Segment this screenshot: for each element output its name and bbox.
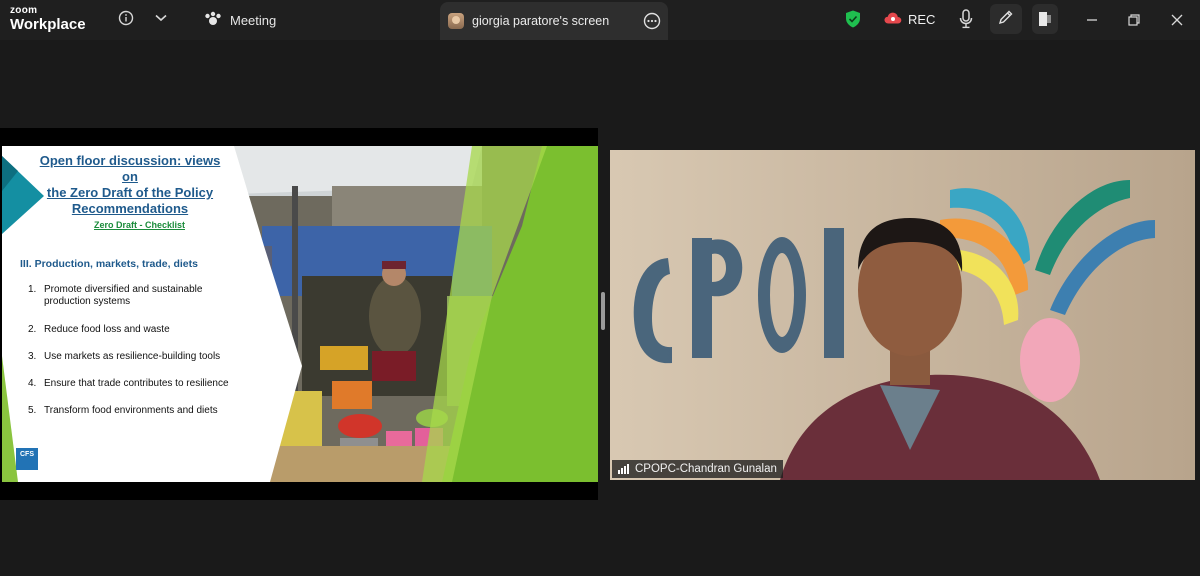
cfs-logo: CFS bbox=[16, 448, 38, 470]
list-item-text: Ensure that trade contributes to resilie… bbox=[44, 378, 229, 389]
annotate-icon bbox=[998, 9, 1014, 30]
brand-bottom-text: Workplace bbox=[10, 16, 86, 33]
slide-title-line-2: the Zero Draft of the Policy bbox=[46, 185, 214, 200]
presentation-slide: Open floor discussion: views on the Zero… bbox=[2, 146, 598, 482]
more-icon[interactable] bbox=[642, 11, 662, 31]
list-item-text: Reduce food loss and waste bbox=[44, 324, 170, 335]
slide-title-line-1: Open floor discussion: views on bbox=[39, 153, 221, 184]
slide-section-heading: III. Production, markets, trade, diets bbox=[20, 258, 198, 270]
slide-title: Open floor discussion: views on the Zero… bbox=[30, 153, 230, 217]
list-item-number: 5. bbox=[28, 405, 37, 416]
list-item-number: 4. bbox=[28, 378, 37, 389]
share-tab-label: giorgia paratore's screen bbox=[472, 14, 610, 28]
exit-share-icon[interactable] bbox=[1032, 4, 1058, 34]
top-bar: zoom Workplace Meeting giorgia paratore'… bbox=[0, 0, 1200, 40]
zoom-logo: zoom Workplace bbox=[10, 5, 90, 33]
list-item: 1. Promote diversified and sustainable p… bbox=[28, 284, 234, 308]
cfs-logo-text: CFS bbox=[20, 451, 34, 458]
annotate-button[interactable] bbox=[990, 4, 1022, 34]
cloud-record-icon bbox=[884, 12, 902, 27]
close-icon[interactable] bbox=[1167, 10, 1187, 30]
slide-subtitle: Zero Draft - Checklist bbox=[93, 220, 186, 230]
list-item: 3. Use markets as resilience-building to… bbox=[28, 351, 220, 363]
minimize-icon[interactable] bbox=[1082, 10, 1102, 30]
record-button[interactable]: REC bbox=[884, 8, 935, 30]
meeting-icon bbox=[204, 11, 222, 30]
participant-video[interactable] bbox=[610, 150, 1195, 480]
list-item-text: Use markets as resilience-building tools bbox=[44, 351, 221, 362]
list-item-number: 2. bbox=[28, 324, 37, 335]
list-item-number: 3. bbox=[28, 351, 37, 362]
maximize-icon[interactable] bbox=[1124, 10, 1144, 30]
participant-name-label: CPOPC-Chandran Gunalan bbox=[612, 460, 783, 478]
list-item-text: Transform food environments and diets bbox=[44, 405, 218, 416]
video-frame bbox=[610, 150, 1195, 480]
slide-text-area: Open floor discussion: views on the Zero… bbox=[2, 146, 302, 482]
slide-title-line-3: Recommendations bbox=[71, 201, 189, 216]
shared-screen-panel[interactable]: Open floor discussion: views on the Zero… bbox=[0, 128, 598, 500]
signal-strength-icon bbox=[618, 464, 630, 474]
rec-label: REC bbox=[908, 11, 936, 27]
meeting-button[interactable]: Meeting bbox=[198, 6, 282, 34]
meeting-label: Meeting bbox=[230, 12, 277, 28]
screen-share-tab[interactable]: giorgia paratore's screen bbox=[440, 2, 668, 40]
panel-resize-handle[interactable] bbox=[601, 292, 605, 330]
chevron-down-icon[interactable] bbox=[152, 8, 170, 28]
list-item-text: Promote diversified and sustainable prod… bbox=[44, 284, 203, 307]
list-item: 2. Reduce food loss and waste bbox=[28, 324, 170, 336]
list-item: 5. Transform food environments and diets bbox=[28, 405, 218, 417]
participant-name: CPOPC-Chandran Gunalan bbox=[635, 463, 777, 475]
list-item-number: 1. bbox=[28, 284, 37, 295]
shield-icon[interactable] bbox=[843, 8, 863, 30]
list-item: 4. Ensure that trade contributes to resi… bbox=[28, 378, 229, 390]
brand-top-text: zoom bbox=[10, 5, 38, 16]
info-icon[interactable] bbox=[116, 8, 136, 28]
mic-icon[interactable] bbox=[956, 8, 976, 30]
avatar bbox=[448, 13, 464, 29]
